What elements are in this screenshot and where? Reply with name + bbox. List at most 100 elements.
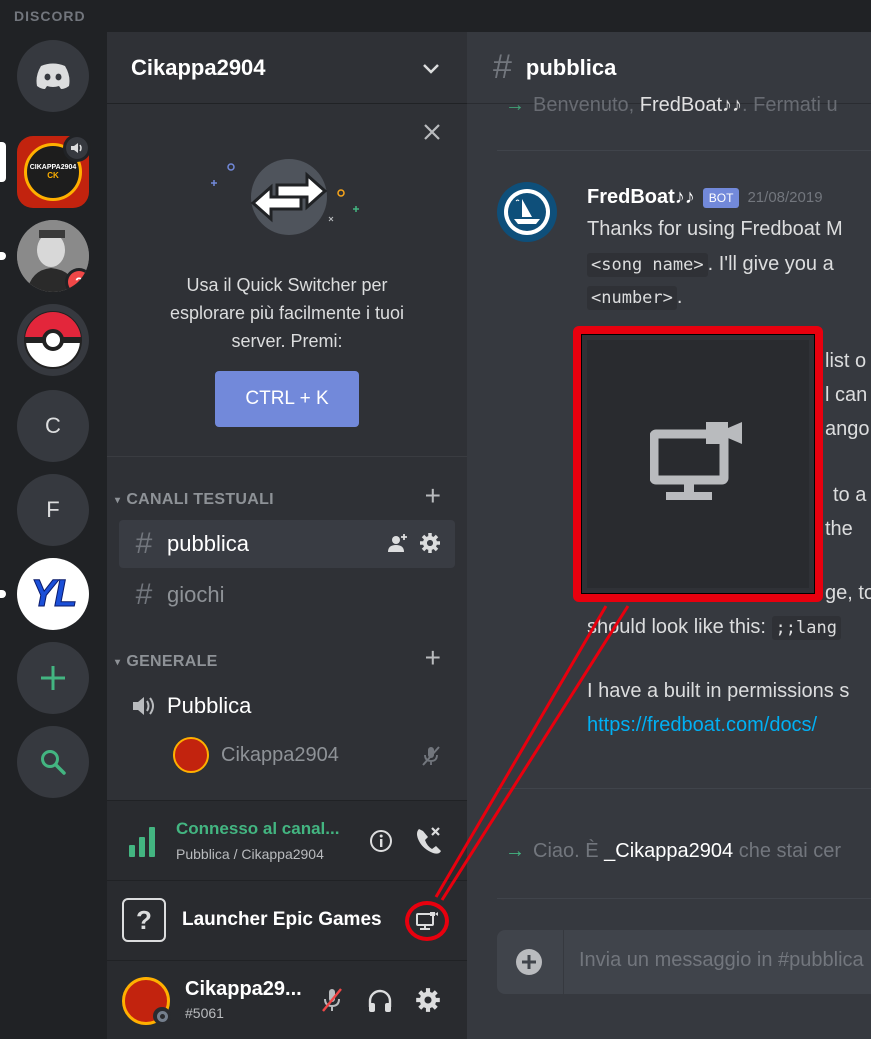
plus-icon: [41, 666, 65, 690]
message-author[interactable]: FredBoat♪♪: [587, 186, 695, 209]
server-icon-portrait[interactable]: 2: [17, 220, 89, 292]
system-text: che stai cer: [738, 840, 841, 862]
channel-name: pubblica: [167, 531, 249, 556]
search-icon: [41, 750, 66, 775]
channel-giochi[interactable]: # giochi: [119, 571, 455, 619]
category-general[interactable]: ▾ GENERALE: [115, 650, 218, 674]
zoom-inner: [587, 340, 809, 588]
speaker-icon: [133, 697, 154, 715]
server-initials: F: [46, 497, 60, 522]
inline-code: <song name>: [587, 253, 708, 277]
message-input[interactable]: Invia un messaggio in #pubblica: [579, 949, 864, 972]
voice-user-name: Cikappa2904: [221, 743, 339, 766]
avatar[interactable]: [497, 182, 557, 242]
add-channel-button[interactable]: +: [425, 642, 441, 674]
title-bar: DISCORD: [0, 0, 871, 32]
caret-down-icon: ▾: [115, 494, 121, 506]
message-timestamp: 21/08/2019: [747, 189, 823, 206]
message-fragment: the: [825, 518, 853, 540]
message-divider: [497, 788, 871, 789]
quick-switcher-button[interactable]: CTRL + K: [215, 371, 359, 427]
channel-name: Pubblica: [167, 693, 252, 718]
add-channel-button[interactable]: +: [425, 480, 441, 512]
message-text: Thanks for using Fredboat M: [587, 218, 843, 240]
speaker-status-icon: [63, 134, 91, 162]
active-server-pill: [0, 142, 6, 182]
server-name: Cikappa2904: [131, 54, 266, 80]
server-icon-yl[interactable]: YL: [17, 558, 89, 630]
message-fragment: . I'll give you a: [707, 253, 834, 275]
headphones-icon[interactable]: [367, 989, 393, 1013]
mic-muted-icon: [422, 746, 440, 766]
system-text: Ciao. È: [533, 840, 599, 862]
mic-muted-icon[interactable]: [321, 987, 343, 1013]
system-message: → Benvenuto, FredBoat♪♪. Fermati u: [505, 94, 838, 117]
explore-servers-button[interactable]: [17, 726, 89, 798]
signal-icon: [129, 827, 155, 857]
message-divider: [497, 898, 871, 899]
yl-logo: YL: [30, 572, 78, 615]
server-icon-f[interactable]: F: [17, 474, 89, 546]
category-text-channels[interactable]: ▾ CANALI TESTUALI: [115, 488, 274, 512]
message-divider: [497, 150, 871, 151]
status-indicator: [153, 1007, 171, 1025]
system-user[interactable]: FredBoat♪♪: [640, 94, 742, 116]
quick-switcher-text: Usa il Quick Switcher per esplorare più …: [169, 275, 405, 351]
server-icon-c[interactable]: C: [17, 390, 89, 462]
avatar: [173, 737, 209, 773]
message-fragment: .: [676, 286, 683, 308]
server-rail: CIKAPPA2904 CK 2 C F YL: [0, 32, 107, 1039]
system-text: . Fermati u: [742, 94, 838, 116]
add-server-button[interactable]: [17, 642, 89, 714]
attach-plus-icon[interactable]: [515, 948, 543, 976]
user-tag: #5061: [185, 1005, 224, 1021]
message-fragment: ge, to: [825, 582, 871, 604]
unknown-game-icon: ?: [122, 898, 166, 942]
system-user[interactable]: _Cikappa2904: [604, 840, 733, 862]
invite-icon[interactable]: [387, 532, 409, 554]
server-logo-text: CIKAPPA2904: [29, 164, 77, 171]
settings-gear-icon[interactable]: [415, 987, 441, 1013]
channel-name: giochi: [167, 582, 225, 607]
pokeball-icon: [24, 311, 82, 369]
user-panel: Cikappa29... #5061: [107, 960, 467, 1039]
message-fragment: to a: [833, 484, 867, 506]
disconnect-call-icon[interactable]: [413, 825, 443, 855]
close-icon[interactable]: [423, 123, 441, 141]
category-label: GENERALE: [126, 653, 218, 670]
docs-link[interactable]: https://fredboat.com/docs/: [587, 714, 817, 737]
voice-channel-pubblica[interactable]: Pubblica: [119, 682, 455, 730]
inline-code: <number>: [587, 286, 677, 310]
system-message: → Ciao. È _Cikappa2904 che stai cer: [505, 840, 841, 863]
voice-user[interactable]: Cikappa2904: [173, 735, 339, 775]
message-fragment: l can: [825, 384, 868, 406]
unread-pill: [0, 252, 6, 260]
channel-pubblica[interactable]: # pubblica: [119, 520, 455, 568]
mention-count: 2: [68, 271, 89, 292]
hash-icon: #: [135, 527, 153, 560]
server-header[interactable]: Cikappa2904: [107, 32, 467, 104]
voice-connection-panel: Connesso al canal... Pubblica / Cikappa2…: [107, 800, 467, 880]
join-arrow-icon: →: [505, 94, 525, 116]
join-arrow-icon: →: [505, 840, 525, 862]
home-button[interactable]: [17, 40, 89, 112]
hash-icon: #: [135, 578, 153, 611]
voice-status-title[interactable]: Connesso al canal...: [176, 819, 339, 839]
gear-icon[interactable]: [419, 532, 441, 554]
discord-logo-icon: [36, 63, 70, 89]
zoom-callout: [573, 326, 823, 602]
message-fragment: list o: [825, 350, 867, 372]
composer-separator: [563, 930, 564, 994]
message-fragment: ango: [825, 418, 870, 440]
info-icon[interactable]: [369, 829, 393, 853]
mention-badge: 2: [65, 268, 89, 292]
discord-window: DISCORD CIKAPPA2904 CK 2 C F YL Cikappa2…: [0, 0, 871, 1039]
switch-arrows-icon: [211, 159, 359, 235]
server-logo-sub: CK: [47, 171, 59, 180]
message-text: I have a built in permissions s: [587, 680, 850, 702]
server-icon-cikappa[interactable]: CIKAPPA2904 CK: [17, 134, 91, 208]
caret-down-icon: ▾: [115, 656, 121, 668]
server-icon-pokeball[interactable]: [17, 304, 89, 376]
message-text: should look like this: ;;lang: [587, 616, 841, 640]
go-live-button[interactable]: [405, 901, 449, 941]
